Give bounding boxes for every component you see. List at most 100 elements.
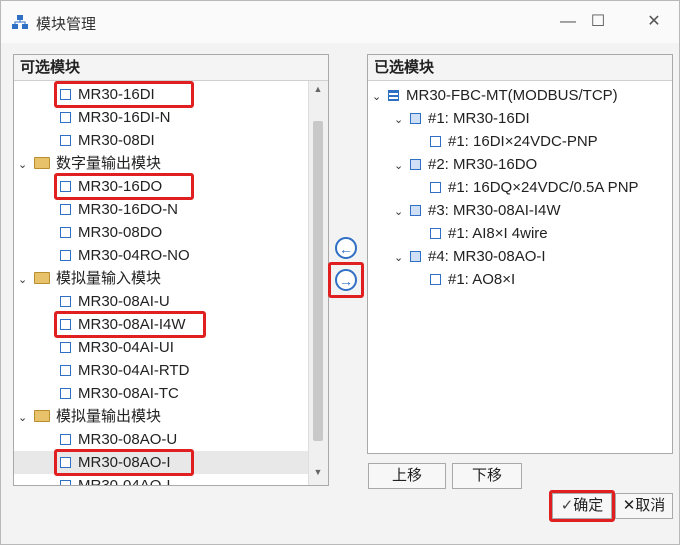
node-label: #1: MR30-16DI bbox=[428, 110, 530, 127]
module-row[interactable]: MR30-04AO-I bbox=[14, 474, 308, 486]
expand-chevron-icon[interactable]: ⌄ bbox=[394, 201, 406, 224]
row-label: MR30-08AO-U bbox=[78, 431, 178, 448]
minimize-button[interactable]: — bbox=[553, 9, 583, 35]
group-row[interactable]: ⌄ 数字量输出模块 bbox=[14, 152, 308, 175]
row-label: MR30-04RO-NO bbox=[78, 247, 190, 264]
row-label: 模拟量输出模块 bbox=[56, 408, 162, 425]
node-label: #1: 16DQ×24VDC/0.5A PNP bbox=[448, 179, 639, 196]
row-label: 数字量输出模块 bbox=[56, 155, 162, 172]
group-row[interactable]: ⌄ 模拟量输出模块 bbox=[14, 405, 308, 428]
tree-node-level-2[interactable]: #1: AO8×I bbox=[416, 268, 515, 291]
expand-chevron-icon[interactable]: ⌄ bbox=[394, 109, 406, 132]
module-manager-window: 模块管理 — ☐ ✕ 可选模块 MR30-16DI MR30-16DI-N MR30… bbox=[0, 0, 680, 545]
row-label: 模拟量输入模块 bbox=[56, 270, 162, 287]
close-button[interactable]: ✕ bbox=[639, 9, 669, 35]
scroll-down-icon[interactable]: ▼ bbox=[311, 467, 325, 481]
module-icon bbox=[410, 112, 421, 124]
left-scrollbar[interactable]: ▲ ▼ bbox=[308, 81, 328, 485]
tree-node-level-2[interactable]: #1: 16DQ×24VDC/0.5A PNP bbox=[416, 176, 639, 199]
row-label: MR30-08AI-U bbox=[78, 293, 170, 310]
move-down-button[interactable]: 下移 bbox=[452, 463, 522, 489]
module-row[interactable]: MR30-04AI-UI bbox=[14, 336, 308, 359]
selected-modules-header: 已选模块 bbox=[368, 55, 672, 81]
group-row[interactable]: ⌄ 模拟量输入模块 bbox=[14, 267, 308, 290]
remove-module-button[interactable]: ← bbox=[335, 237, 357, 259]
module-row[interactable]: MR30-08AI-TC bbox=[14, 382, 308, 405]
title-bar: 模块管理 — ☐ ✕ bbox=[1, 1, 679, 43]
row-label: MR30-16DO-N bbox=[78, 201, 179, 218]
available-modules-header: 可选模块 bbox=[14, 55, 328, 81]
expand-chevron-icon[interactable]: ⌄ bbox=[394, 247, 406, 270]
app-icon bbox=[12, 15, 28, 29]
module-icon bbox=[60, 134, 71, 146]
tree-node-level-2[interactable]: #1: 16DI×24VDC-PNP bbox=[416, 130, 598, 153]
module-icon bbox=[60, 479, 71, 485]
node-label: MR30-FBC-MT(MODBUS/TCP) bbox=[406, 87, 618, 104]
window-title: 模块管理 bbox=[36, 16, 97, 33]
channel-icon bbox=[430, 181, 441, 193]
expand-chevron-icon[interactable]: ⌄ bbox=[18, 154, 30, 177]
module-row[interactable]: MR30-04RO-NO bbox=[14, 244, 308, 267]
tree-node-level-1[interactable]: ⌄ #3: MR30-08AI-I4W bbox=[394, 199, 561, 222]
row-label: MR30-08AI-TC bbox=[78, 385, 179, 402]
tree-node-level-1[interactable]: ⌄ #1: MR30-16DI bbox=[394, 107, 530, 130]
row-label: MR30-16DI-N bbox=[78, 109, 171, 126]
module-row[interactable]: MR30-16DI-N bbox=[14, 106, 308, 129]
module-icon bbox=[60, 387, 71, 399]
node-label: #3: MR30-08AI-I4W bbox=[428, 202, 561, 219]
module-highlight-box bbox=[54, 311, 206, 338]
module-row[interactable]: MR30-08DI bbox=[14, 129, 308, 152]
node-label: #2: MR30-16DO bbox=[428, 156, 538, 173]
module-row[interactable]: MR30-08DO bbox=[14, 221, 308, 244]
scroll-up-icon[interactable]: ▲ bbox=[311, 84, 325, 98]
module-icon bbox=[60, 341, 71, 353]
module-row[interactable]: MR30-08AI-U bbox=[14, 290, 308, 313]
module-highlight-box bbox=[54, 173, 194, 200]
module-highlight-box bbox=[54, 449, 194, 476]
node-label: #4: MR30-08AO-I bbox=[428, 248, 546, 265]
channel-icon bbox=[430, 227, 441, 239]
channel-icon bbox=[430, 273, 441, 285]
module-row[interactable]: MR30-08AO-U bbox=[14, 428, 308, 451]
module-icon bbox=[60, 295, 71, 307]
tree-node-level-1[interactable]: ⌄ #2: MR30-16DO bbox=[394, 153, 537, 176]
module-highlight-box bbox=[54, 81, 194, 108]
row-label: MR30-08DO bbox=[78, 224, 163, 241]
module-icon bbox=[60, 433, 71, 445]
module-icon bbox=[410, 250, 421, 262]
tree-node-level-0[interactable]: ⌄ MR30-FBC-MT(MODBUS/TCP) bbox=[372, 84, 618, 107]
move-up-button[interactable]: 上移 bbox=[368, 463, 446, 489]
module-icon bbox=[60, 249, 71, 261]
module-row[interactable]: MR30-16DO-N bbox=[14, 198, 308, 221]
row-label: MR30-04AO-I bbox=[78, 477, 171, 486]
expand-chevron-icon[interactable]: ⌄ bbox=[18, 269, 30, 292]
expand-chevron-icon[interactable]: ⌄ bbox=[372, 86, 384, 109]
expand-chevron-icon[interactable]: ⌄ bbox=[394, 155, 406, 178]
cancel-label: 取消 bbox=[635, 497, 666, 514]
tree-node-level-1[interactable]: ⌄ #4: MR30-08AO-I bbox=[394, 245, 546, 268]
left-scroll-thumb[interactable] bbox=[313, 121, 323, 441]
maximize-button[interactable]: ☐ bbox=[583, 9, 613, 35]
module-icon bbox=[60, 364, 71, 376]
folder-icon bbox=[34, 410, 50, 423]
selected-modules-panel: 已选模块 ⌄ MR30-FBC-MT(MODBUS/TCP) ⌄ #1: MR30-1… bbox=[367, 54, 673, 454]
module-icon bbox=[410, 204, 421, 216]
available-modules-panel: 可选模块 MR30-16DI MR30-16DI-N MR30-08DI ⌄ 数字量输出… bbox=[13, 54, 329, 486]
row-label: MR30-08DI bbox=[78, 132, 155, 149]
cancel-x-icon: ✕ bbox=[622, 497, 636, 514]
module-icon bbox=[60, 226, 71, 238]
tree-node-level-2[interactable]: #1: AI8×I 4wire bbox=[416, 222, 548, 245]
expand-chevron-icon[interactable]: ⌄ bbox=[18, 407, 30, 430]
row-label: MR30-04AI-RTD bbox=[78, 362, 190, 379]
cancel-button[interactable]: ✕取消 bbox=[615, 493, 673, 519]
ok-button-highlight bbox=[549, 490, 615, 522]
add-button-highlight bbox=[328, 262, 364, 298]
node-label: #1: 16DI×24VDC-PNP bbox=[448, 133, 598, 150]
module-row[interactable]: MR30-04AI-RTD bbox=[14, 359, 308, 382]
channel-icon bbox=[430, 135, 441, 147]
module-icon bbox=[60, 203, 71, 215]
node-label: #1: AI8×I 4wire bbox=[448, 225, 548, 242]
row-label: MR30-04AI-UI bbox=[78, 339, 174, 356]
coupler-icon bbox=[388, 89, 399, 101]
node-label: #1: AO8×I bbox=[448, 271, 516, 288]
